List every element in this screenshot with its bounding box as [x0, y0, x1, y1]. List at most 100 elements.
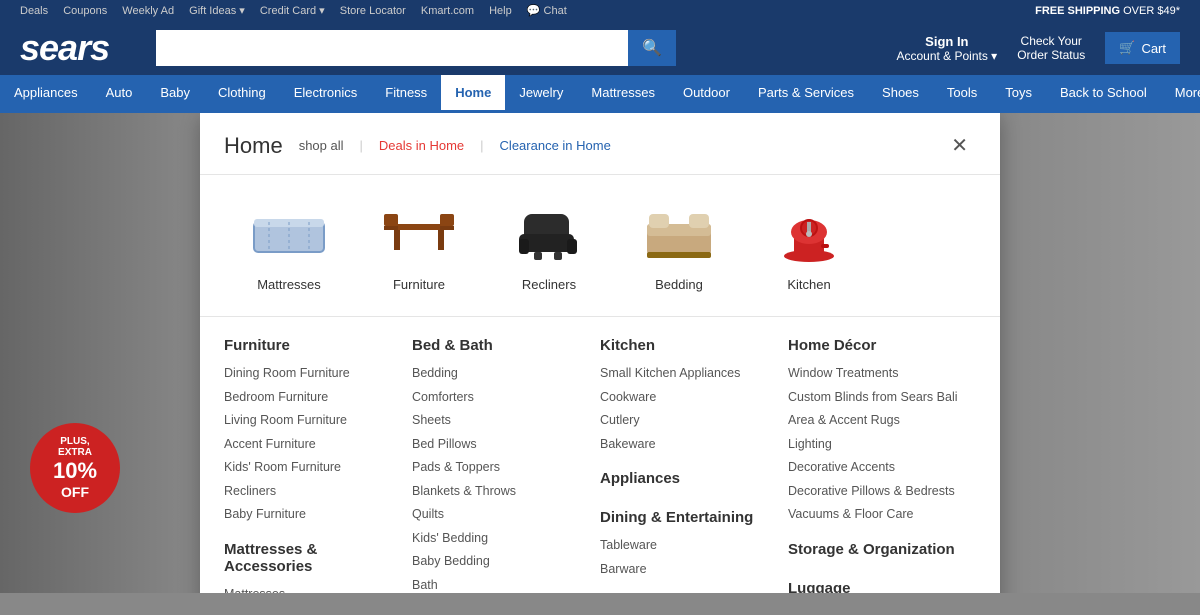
small-kitchen-appliances[interactable]: Small Kitchen Appliances	[600, 362, 772, 386]
cutlery-item[interactable]: Cutlery	[600, 409, 772, 433]
menu-col-bed-bath: Bed & Bath Bedding Comforters Sheets Bed…	[412, 337, 600, 593]
bedroom-furniture[interactable]: Bedroom Furniture	[224, 386, 396, 410]
kids-room-furniture[interactable]: Kids' Room Furniture	[224, 456, 396, 480]
nav-back-to-school[interactable]: Back to School	[1046, 75, 1161, 113]
recliners-label: Recliners	[522, 277, 576, 292]
category-kitchen[interactable]: Kitchen	[744, 191, 874, 300]
mattress-icon	[244, 199, 334, 269]
chat-link[interactable]: 💬 Chat	[527, 5, 567, 17]
category-bedding[interactable]: Bedding	[614, 191, 744, 300]
furniture-section-title[interactable]: Furniture	[224, 337, 396, 354]
cart-button[interactable]: 🛒 Cart	[1105, 32, 1180, 64]
bed-bath-section-title[interactable]: Bed & Bath	[412, 337, 584, 354]
divider2: |	[480, 138, 483, 153]
nav-jewelry[interactable]: Jewelry	[505, 75, 577, 113]
store-locator-link[interactable]: Store Locator	[340, 5, 406, 17]
pads-toppers-item[interactable]: Pads & Toppers	[412, 456, 584, 480]
bg-right	[1000, 113, 1200, 593]
nav-parts-services[interactable]: Parts & Services	[744, 75, 868, 113]
recliners-item[interactable]: Recliners	[224, 480, 396, 504]
vacuums-floor-care[interactable]: Vacuums & Floor Care	[788, 503, 960, 527]
page-background: PLUS, EXTRA 10% OFF Home shop all | Deal…	[0, 113, 1200, 593]
barware-item[interactable]: Barware	[600, 558, 772, 582]
gift-ideas-link[interactable]: Gift Ideas ▾	[189, 5, 245, 17]
bed-pillows-item[interactable]: Bed Pillows	[412, 433, 584, 457]
dining-room-furniture[interactable]: Dining Room Furniture	[224, 362, 396, 386]
nav-outdoor[interactable]: Outdoor	[669, 75, 744, 113]
recliner-icon	[504, 199, 594, 269]
kitchen-label: Kitchen	[787, 277, 830, 292]
blankets-throws-item[interactable]: Blankets & Throws	[412, 480, 584, 504]
cookware-item[interactable]: Cookware	[600, 386, 772, 410]
custom-blinds[interactable]: Custom Blinds from Sears Bali	[788, 386, 960, 410]
main-nav: Appliances Auto Baby Clothing Electronic…	[0, 75, 1200, 113]
nav-shoes[interactable]: Shoes	[868, 75, 933, 113]
bedding-item[interactable]: Bedding	[412, 362, 584, 386]
category-mattresses[interactable]: Mattresses	[224, 191, 354, 300]
clearance-in-home-link[interactable]: Clearance in Home	[500, 138, 611, 153]
comforters-item[interactable]: Comforters	[412, 386, 584, 410]
nav-appliances[interactable]: Appliances	[0, 75, 92, 113]
divider: |	[360, 138, 363, 153]
mattresses-item[interactable]: Mattresses	[224, 583, 396, 594]
close-dropdown-button[interactable]: ✕	[943, 129, 976, 162]
dropdown-title: Home	[224, 133, 283, 159]
promo-badge: PLUS, EXTRA 10% OFF	[30, 423, 120, 513]
coupons-link[interactable]: Coupons	[63, 5, 107, 17]
category-recliners[interactable]: Recliners	[484, 191, 614, 300]
sheets-item[interactable]: Sheets	[412, 409, 584, 433]
lighting-item[interactable]: Lighting	[788, 433, 960, 457]
bakeware-item[interactable]: Bakeware	[600, 433, 772, 457]
search-input[interactable]	[156, 30, 628, 66]
kmart-link[interactable]: Kmart.com	[421, 5, 474, 17]
shop-all-link[interactable]: shop all	[299, 138, 344, 153]
nav-fitness[interactable]: Fitness	[371, 75, 441, 113]
nav-home[interactable]: Home	[441, 75, 505, 113]
credit-card-link[interactable]: Credit Card ▾	[260, 5, 325, 17]
decorative-pillows-bedrests[interactable]: Decorative Pillows & Bedrests	[788, 480, 960, 504]
accent-furniture[interactable]: Accent Furniture	[224, 433, 396, 457]
home-dropdown: Home shop all | Deals in Home | Clearanc…	[200, 113, 1000, 593]
appliances-section-title[interactable]: Appliances	[600, 470, 772, 487]
deals-in-home-link[interactable]: Deals in Home	[379, 138, 464, 153]
account-menu[interactable]: Sign In Account & Points ▾	[896, 34, 997, 63]
tableware-item[interactable]: Tableware	[600, 534, 772, 558]
luggage-title[interactable]: Luggage	[788, 580, 960, 594]
utility-bar: Deals Coupons Weekly Ad Gift Ideas ▾ Cre…	[0, 0, 1200, 21]
quilts-item[interactable]: Quilts	[412, 503, 584, 527]
kids-bedding-item[interactable]: Kids' Bedding	[412, 527, 584, 551]
nav-clothing[interactable]: Clothing	[204, 75, 280, 113]
bg-left	[0, 113, 200, 593]
nav-electronics[interactable]: Electronics	[280, 75, 372, 113]
bath-item[interactable]: Bath	[412, 574, 584, 594]
area-accent-rugs[interactable]: Area & Accent Rugs	[788, 409, 960, 433]
help-link[interactable]: Help	[489, 5, 512, 17]
nav-baby[interactable]: Baby	[146, 75, 204, 113]
mattresses-accessories-title[interactable]: Mattresses & Accessories	[224, 541, 396, 575]
site-logo[interactable]: sears	[20, 27, 140, 69]
order-status[interactable]: Check Your Order Status	[1017, 34, 1085, 62]
category-furniture[interactable]: Furniture	[354, 191, 484, 300]
living-room-furniture[interactable]: Living Room Furniture	[224, 409, 396, 433]
search-button[interactable]: 🔍	[628, 30, 676, 66]
baby-bedding-item[interactable]: Baby Bedding	[412, 550, 584, 574]
nav-mattresses[interactable]: Mattresses	[577, 75, 669, 113]
deals-link[interactable]: Deals	[20, 5, 48, 17]
baby-furniture[interactable]: Baby Furniture	[224, 503, 396, 527]
menu-col-home-decor: Home Décor Window Treatments Custom Blin…	[788, 337, 976, 593]
storage-organization-title[interactable]: Storage & Organization	[788, 541, 960, 558]
nav-more[interactable]: More...	[1161, 75, 1200, 113]
window-treatments[interactable]: Window Treatments	[788, 362, 960, 386]
dining-entertaining-title[interactable]: Dining & Entertaining	[600, 509, 772, 526]
weekly-ad-link[interactable]: Weekly Ad	[122, 5, 174, 17]
nav-auto[interactable]: Auto	[92, 75, 147, 113]
decorative-accents[interactable]: Decorative Accents	[788, 456, 960, 480]
home-decor-section-title[interactable]: Home Décor	[788, 337, 960, 354]
menu-col-furniture: Furniture Dining Room Furniture Bedroom …	[224, 337, 412, 593]
kitchen-section-title[interactable]: Kitchen	[600, 337, 772, 354]
furniture-label: Furniture	[393, 277, 445, 292]
nav-tools[interactable]: Tools	[933, 75, 991, 113]
nav-toys[interactable]: Toys	[991, 75, 1046, 113]
header: sears 🔍 Sign In Account & Points ▾ Check…	[0, 21, 1200, 75]
dropdown-header: Home shop all | Deals in Home | Clearanc…	[200, 113, 1000, 175]
